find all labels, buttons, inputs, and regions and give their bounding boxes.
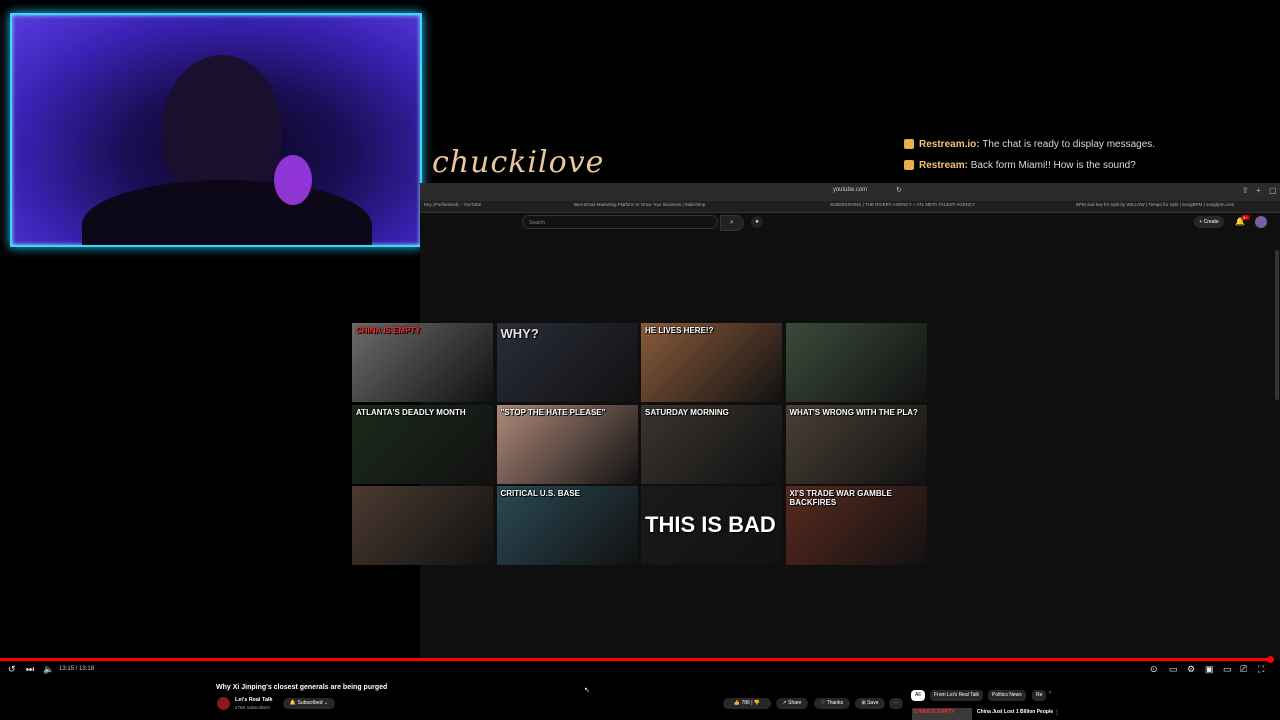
create-button[interactable]: + Create — [1194, 216, 1224, 228]
end-screen-grid: CHINA IS EMPTY WHY? HE LIVES HERE!? ATLANTA… — [352, 323, 927, 566]
thumbnail-caption: CRITICAL U.S. BASE — [500, 489, 580, 498]
end-screen-thumbnail[interactable]: WHAT'S WRONG WITH THE PLA? — [785, 404, 927, 484]
avatar[interactable] — [1255, 216, 1267, 228]
url-text[interactable]: youtube.com — [420, 187, 1280, 193]
tab-overview-icon[interactable]: ▢ — [1269, 186, 1277, 195]
create-label: Create — [1203, 219, 1219, 225]
recommended-menu-icon[interactable]: ⋮ — [1054, 709, 1060, 716]
replay-icon[interactable]: ↺ — [8, 664, 16, 675]
chat-message: Restream: Back form Miami!! How is the s… — [904, 160, 1136, 171]
channel-name[interactable]: Lei's Real Talk — [235, 697, 273, 703]
subscribed-button[interactable]: 🔔 Subscribed ⌄ — [283, 698, 335, 709]
time-display: 13:15 / 13:18 — [59, 666, 95, 672]
more-button[interactable]: ⋯ — [889, 698, 903, 709]
mouse-cursor: ↖ — [584, 687, 590, 694]
cast-icon[interactable]: ⎚ — [1240, 664, 1247, 675]
new-tab-icon[interactable]: + — [1256, 186, 1261, 195]
video-title: Why Xi Jinping's closest generals are be… — [216, 684, 388, 691]
thumbnail-caption: WHAT'S WRONG WITH THE PLA? — [789, 407, 918, 417]
search-input[interactable]: Search — [522, 215, 718, 229]
chat-message: Restream.io: The chat is ready to displa… — [904, 139, 1155, 150]
webcam-overlay — [10, 13, 422, 247]
end-screen-thumbnail[interactable]: SATURDAY MORNING — [641, 404, 782, 484]
miniplayer-icon[interactable]: ▣ — [1205, 664, 1214, 675]
save-label: Save — [867, 700, 879, 706]
end-screen-thumbnail[interactable]: ATLANTA'S DEADLY MONTH — [352, 404, 493, 484]
end-screen-thumbnail[interactable]: "STOP THE HATE PLEASE" — [496, 404, 638, 484]
tab[interactable]: Key (Prefinished) – YouTube — [424, 202, 564, 207]
end-screen-thumbnail[interactable]: THIS IS BAD — [641, 486, 782, 565]
streamer-body — [82, 180, 372, 245]
tab[interactable]: BPM and key for Split by WILLOW | Tempo … — [1076, 202, 1280, 207]
recommended-thumb-caption: CHINA IS EMPTY — [914, 709, 955, 715]
subscribed-label: Subscribed — [297, 700, 323, 706]
autoplay-toggle[interactable]: ⊙ — [1150, 664, 1158, 675]
thumbnail-caption: ATLANTA'S DEADLY MONTH — [356, 407, 466, 417]
thanks-label: Thanks — [826, 700, 844, 706]
volume-icon[interactable]: 🔈 — [43, 664, 54, 675]
scrub-handle[interactable] — [1267, 656, 1274, 663]
thumbnail-caption: THIS IS BAD — [645, 512, 776, 537]
end-screen-thumbnail[interactable]: XI'S TRADE WAR GAMBLE BACKFIRES — [785, 486, 927, 565]
search-icon[interactable]: ⌕ — [720, 215, 744, 231]
end-screen-thumbnail[interactable] — [785, 323, 927, 402]
thumbnail-caption: HE LIVES HERE!? — [645, 326, 714, 335]
end-screen-thumbnail[interactable]: WHY? — [496, 323, 638, 402]
share-button[interactable]: ↗ Share — [776, 698, 808, 709]
chat-text: The chat is ready to display messages. — [979, 139, 1156, 150]
end-screen-thumbnail[interactable]: CRITICAL U.S. BASE — [496, 486, 638, 565]
end-screen-thumbnail[interactable]: HE LIVES HERE!? — [641, 323, 782, 402]
fullscreen-icon[interactable]: ⛶ — [1258, 664, 1264, 675]
settings-icon[interactable]: ⚙ — [1187, 664, 1195, 675]
tab[interactable]: SUBMISSIONS | THE RIVERY AGENCY – ATL ME… — [830, 202, 1070, 207]
recommended-thumbnail[interactable]: CHINA IS EMPTY — [912, 708, 972, 720]
chat-user: Restream.io — [919, 139, 977, 150]
chat-text: Back form Miami!! How is the sound? — [967, 160, 1136, 171]
address-bar[interactable]: youtube.com ↻ ⇪ + ▢ — [420, 183, 1280, 201]
chip-all[interactable]: All — [911, 690, 925, 701]
thumbnail-caption: XI'S TRADE WAR GAMBLE BACKFIRES — [789, 489, 892, 507]
tab-bar: Key (Prefinished) – YouTube Best Email M… — [420, 201, 1280, 213]
thumbnail-caption: SATURDAY MORNING — [645, 407, 729, 417]
like-button[interactable]: 👍 786 | 👎 — [723, 698, 771, 709]
thumbnail-caption: CHINA IS EMPTY — [356, 326, 421, 335]
thumbnail-caption: "STOP THE HATE PLEASE" — [500, 407, 606, 417]
restream-icon — [904, 139, 914, 150]
chevron-right-icon[interactable]: › — [1049, 690, 1051, 696]
channel-avatar[interactable] — [217, 697, 230, 710]
end-screen-thumbnail[interactable] — [352, 486, 493, 565]
streamer-signature: chuckilove — [432, 145, 605, 180]
reload-icon[interactable]: ↻ — [896, 186, 902, 194]
voice-search-icon[interactable]: ● — [751, 216, 763, 228]
chip-politics-news[interactable]: Politics News — [988, 690, 1026, 701]
subtitles-icon[interactable]: ▭ — [1169, 664, 1178, 675]
chip-related[interactable]: Re — [1032, 690, 1047, 701]
restream-icon — [904, 160, 914, 171]
thumbnail-caption: WHY? — [500, 326, 539, 341]
recommended-title[interactable]: China Just Lost 1 Billion People — [977, 709, 1053, 715]
microphone — [274, 155, 312, 205]
progress-bar[interactable] — [0, 658, 1270, 661]
theater-icon[interactable]: ▭ — [1223, 664, 1232, 675]
next-icon[interactable]: ⏭ — [26, 664, 34, 675]
notification-badge: 9+ — [1241, 215, 1250, 220]
subscriber-count: 276K subscribers — [235, 705, 270, 710]
like-count: 786 — [741, 700, 750, 706]
end-screen-thumbnail[interactable]: CHINA IS EMPTY — [352, 323, 493, 402]
share-label: Share — [788, 700, 802, 706]
save-button[interactable]: ⊞ Save — [855, 698, 885, 709]
chat-user: Restream — [919, 160, 965, 171]
chip-from-channel[interactable]: From Lei's Real Talk — [930, 690, 984, 701]
scrollbar[interactable] — [1275, 250, 1279, 400]
share-page-icon[interactable]: ⇪ — [1242, 186, 1249, 195]
thanks-button[interactable]: ♡ Thanks — [814, 698, 850, 709]
tab[interactable]: Best Email Marketing Platform to Grow Yo… — [574, 202, 814, 207]
